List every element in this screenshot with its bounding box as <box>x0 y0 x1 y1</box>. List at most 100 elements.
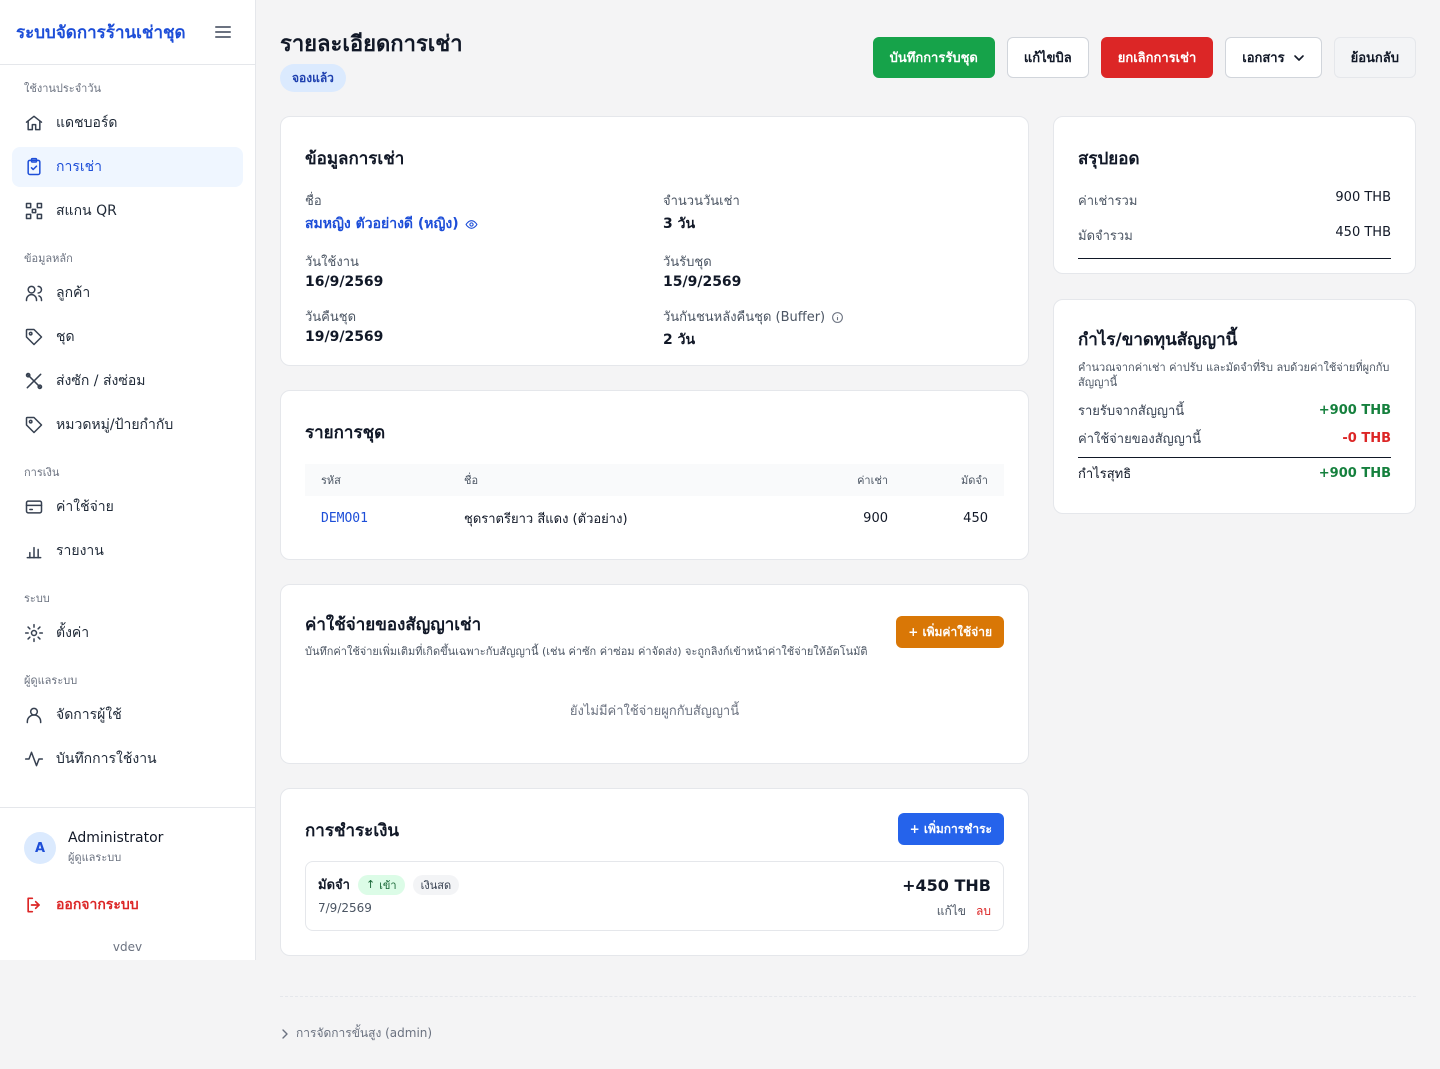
field-use-date: วันใช้งาน 16/9/2569 <box>305 251 663 290</box>
delete-payment-link[interactable]: ลบ <box>976 902 991 921</box>
contract-expenses-card: ค่าใช้จ่ายของสัญญาเช่า บันทึกค่าใช้จ่ายเ… <box>280 584 1029 764</box>
field-label: จำนวนวันเช่า <box>663 194 740 209</box>
method-badge: เงินสด <box>412 874 460 895</box>
field-label: ชื่อ <box>305 194 322 209</box>
field-label: วันกันชนหลังคืนชุด (Buffer) <box>663 310 826 325</box>
gear-icon <box>24 623 44 643</box>
sidebar-item-label: สแกน QR <box>56 203 117 219</box>
payment-amount: +450 THB <box>902 876 991 895</box>
documents-dropdown[interactable]: เอกสาร <box>1225 37 1322 78</box>
sidebar-item-rentals[interactable]: การเช่า <box>12 147 243 187</box>
sidebar-item-expenses[interactable]: ค่าใช้จ่าย <box>12 487 243 527</box>
item-code-cell: DEMO01 <box>305 496 448 540</box>
customer-link[interactable]: สมหญิง ตัวอย่างดี (หญิง) <box>305 213 663 235</box>
chevron-down-icon <box>1293 54 1304 61</box>
add-expense-button[interactable]: + เพิ่มค่าใช้จ่าย <box>896 616 1004 648</box>
summary-value: 900 THB <box>1335 190 1391 205</box>
chevron-right-icon <box>282 1028 288 1039</box>
back-button[interactable]: ย้อนกลับ <box>1333 37 1416 78</box>
col-rent: ค่าเช่า <box>774 464 904 496</box>
add-payment-button[interactable]: + เพิ่มการชำระ <box>897 813 1004 845</box>
payment-type: มัดจำ <box>318 878 350 893</box>
table-header-row: รหัส ชื่อ ค่าเช่า มัดจำ <box>305 464 1004 496</box>
summary-deposit-row: มัดจำรวม 450 THB <box>1078 225 1391 246</box>
nav-section-daily: ใช้งานประจำวัน <box>24 82 102 95</box>
label-icon <box>25 416 43 434</box>
field-return-date: วันคืนชุด 19/9/2569 <box>305 306 663 351</box>
sidebar-item-reports[interactable]: รายงาน <box>12 531 243 571</box>
profit-expense-row: ค่าใช้จ่ายของสัญญานี้ -0 THB <box>1078 425 1391 453</box>
header-actions: บันทึกการรับชุด แก้ไขบิล ยกเลิกการเช่า เ… <box>872 37 1416 78</box>
sidebar-item-tags[interactable]: หมวดหมู่/ป้ายกำกับ <box>12 405 243 445</box>
summary-card: สรุปยอด ค่าเช่ารวม 900 THB มัดจำรวม 450 … <box>1053 116 1416 274</box>
logout-icon <box>27 897 40 913</box>
sidebar-item-users[interactable]: จัดการผู้ใช้ <box>12 695 243 735</box>
profit-label: รายรับจากสัญญานี้ <box>1078 404 1185 420</box>
summary-rent-row: ค่าเช่ารวม 900 THB <box>1078 190 1391 211</box>
field-days: จำนวนวันเช่า 3 วัน <box>663 190 1003 235</box>
hamburger-menu-icon[interactable] <box>215 26 231 38</box>
user-icon <box>26 707 42 724</box>
record-pickup-button[interactable]: บันทึกการรับชุด <box>872 37 995 78</box>
payment-item: มัดจำ ↑ เข้า เงินสด 7/9/2569 +450 THB แก… <box>305 861 1004 931</box>
field-name: ชื่อ สมหญิง ตัวอย่างดี (หญิง) <box>305 190 663 235</box>
sidebar-item-dashboard[interactable]: แดชบอร์ด <box>12 103 243 143</box>
item-rent: 900 <box>863 510 888 526</box>
field-label: วันใช้งาน <box>305 255 359 270</box>
field-value: 16/9/2569 <box>305 274 384 290</box>
field-value: 2 วัน <box>663 332 696 348</box>
admin-advanced-link[interactable]: การจัดการขั้นสูง (admin) <box>280 1024 432 1043</box>
field-value: 15/9/2569 <box>663 274 742 290</box>
footer-divider <box>280 996 1416 997</box>
credit-card-icon <box>25 500 43 514</box>
version-label: vdev <box>112 940 143 954</box>
sidebar-item-logs[interactable]: บันทึกการใช้งาน <box>12 739 243 779</box>
page-title: รายละเอียดการเช่า <box>280 32 463 57</box>
items-title: รายการชุด <box>305 423 386 443</box>
sidebar-item-outfits[interactable]: ชุด <box>12 317 243 357</box>
arrow-up-icon: ↑ <box>365 878 376 891</box>
sidebar-item-label: การเช่า <box>56 159 103 175</box>
field-label: วันรับชุด <box>663 255 712 270</box>
edit-payment-link[interactable]: แก้ไข <box>937 902 966 921</box>
bar-chart-icon <box>26 546 42 559</box>
rental-info-grid: ชื่อ สมหญิง ตัวอย่างดี (หญิง) จำนวนวันเช… <box>305 190 1004 351</box>
logout-button[interactable]: ออกจากระบบ <box>24 894 231 916</box>
main-content: รายละเอียดการเช่า จองแล้ว บันทึกการรับชุ… <box>256 0 1440 1069</box>
user-row: A Administrator ผู้ดูแลระบบ <box>24 830 231 866</box>
cancel-rental-button[interactable]: ยกเลิกการเช่า <box>1100 37 1214 78</box>
profit-divider <box>1078 456 1391 458</box>
field-value: 3 วัน <box>663 216 696 232</box>
items-card: รายการชุด รหัส ชื่อ ค่าเช่า มัดจำ DEMO01… <box>280 390 1029 560</box>
item-code-link[interactable]: DEMO01 <box>321 511 368 526</box>
info-icon[interactable] <box>831 311 844 324</box>
sidebar-item-scan[interactable]: สแกน QR <box>12 191 243 231</box>
sidebar: ระบบจัดการร้านเช่าชุด ใช้งานประจำวัน แดช… <box>0 0 256 960</box>
nav-section-finance: การเงิน <box>24 466 60 479</box>
avatar: A <box>24 832 56 864</box>
sidebar-item-label: รายงาน <box>56 543 104 559</box>
sidebar-item-label: ลูกค้า <box>56 285 91 301</box>
user-role: ผู้ดูแลระบบ <box>68 851 122 864</box>
payments-card: การชำระเงิน + เพิ่มการชำระ มัดจำ ↑ เข้า … <box>280 788 1029 956</box>
brand-title[interactable]: ระบบจัดการร้านเช่าชุด <box>16 19 186 46</box>
profit-subtitle: คำนวณจากค่าเช่า ค่าปรับ และมัดจำที่ริบ ล… <box>1078 361 1390 389</box>
field-buffer: วันกันชนหลังคืนชุด (Buffer) 2 วัน <box>663 306 1003 351</box>
summary-divider <box>1078 258 1391 259</box>
profit-rows: รายรับจากสัญญานี้ +900 THB ค่าใช้จ่ายของ… <box>1078 397 1391 488</box>
direction-badge: ↑ เข้า <box>357 874 405 895</box>
sidebar-item-settings[interactable]: ตั้งค่า <box>12 613 243 653</box>
nav-section-system: ระบบ <box>24 592 50 605</box>
field-label-row: วันกันชนหลังคืนชุด (Buffer) <box>663 306 1003 327</box>
col-deposit: มัดจำ <box>904 464 1004 496</box>
customer-name: สมหญิง ตัวอย่างดี (หญิง) <box>305 216 459 232</box>
sidebar-item-label: ตั้งค่า <box>56 625 90 641</box>
tools-icon <box>25 372 43 390</box>
sidebar-item-label: จัดการผู้ใช้ <box>56 707 122 723</box>
sidebar-item-customers[interactable]: ลูกค้า <box>12 273 243 313</box>
profit-value: +900 THB <box>1318 466 1391 482</box>
sidebar-item-label: ส่งซัก / ส่งซ่อม <box>56 373 146 389</box>
sidebar-item-laundry[interactable]: ส่งซัก / ส่งซ่อม <box>12 361 243 401</box>
edit-bill-button[interactable]: แก้ไขบิล <box>1006 37 1089 78</box>
items-table: รหัส ชื่อ ค่าเช่า มัดจำ DEMO01 ชุดราตรีย… <box>305 464 1004 540</box>
